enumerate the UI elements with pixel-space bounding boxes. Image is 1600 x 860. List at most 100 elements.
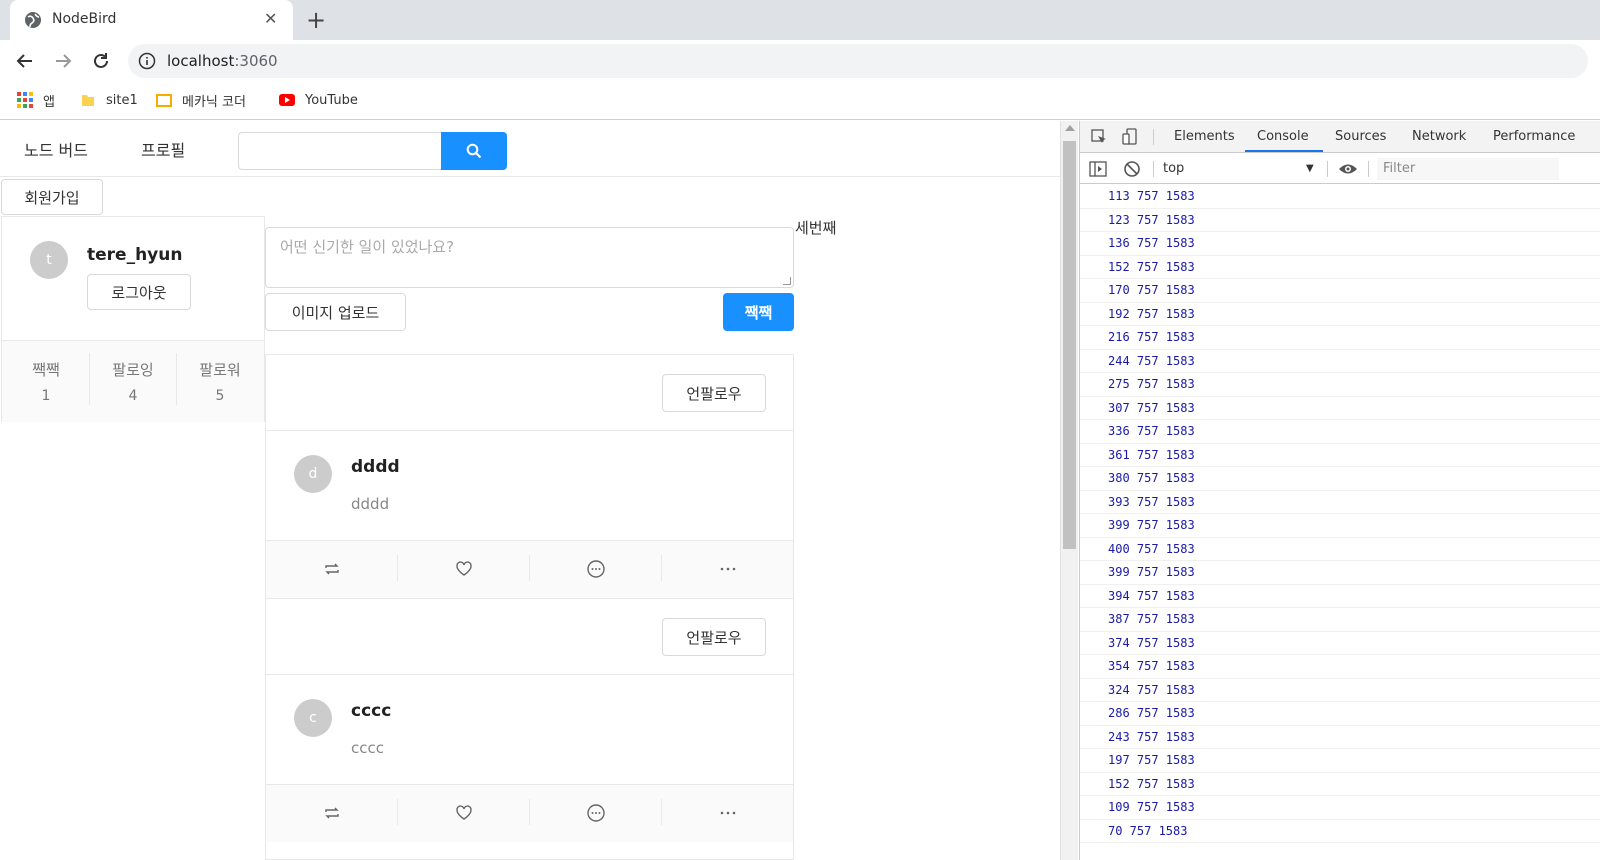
folder-outline-icon xyxy=(156,94,172,107)
bookmark-apps[interactable]: 앱 xyxy=(17,90,55,110)
tweet-submit-button[interactable]: 짹짹 xyxy=(723,293,794,331)
stat-label: 짹짹 xyxy=(32,361,60,379)
console-log-line: 387 757 1583 xyxy=(1080,608,1600,632)
retweet-button[interactable] xyxy=(266,785,398,841)
heart-icon xyxy=(456,805,472,820)
console-filter-input[interactable]: Filter xyxy=(1377,158,1559,180)
post-header: 언팔로우 xyxy=(266,599,793,675)
console-log-line: 243 757 1583 xyxy=(1080,726,1600,749)
bookmark-site1[interactable]: site1 xyxy=(80,90,138,110)
like-button[interactable] xyxy=(398,541,530,597)
stat-following[interactable]: 팔로잉 4 xyxy=(89,359,177,404)
stat-tweets[interactable]: 짹짹 1 xyxy=(2,359,90,404)
divider xyxy=(1368,161,1369,177)
bookmark-label: YouTube xyxy=(305,92,358,108)
menu-item-home[interactable]: 노드 버드 xyxy=(24,137,88,161)
bookmark-mechanic-coder[interactable]: 메카닉 코더 xyxy=(156,90,246,110)
post-author: cccc xyxy=(351,701,392,721)
retweet-icon xyxy=(325,563,339,575)
more-button[interactable] xyxy=(662,785,794,841)
back-button[interactable] xyxy=(12,48,38,74)
tab-strip: NodeBird ✕ + xyxy=(0,0,1600,40)
resize-handle-icon[interactable] xyxy=(783,277,791,285)
eye-icon[interactable] xyxy=(1338,160,1358,178)
post-textarea[interactable]: 어떤 신기한 일이 있었나요? xyxy=(265,227,794,288)
url-host: localhost xyxy=(167,52,235,70)
ellipsis-icon xyxy=(720,811,736,815)
new-tab-icon[interactable]: + xyxy=(306,6,326,34)
devtools-tab-elements[interactable]: Elements xyxy=(1174,129,1235,144)
more-button[interactable] xyxy=(662,541,794,597)
divider xyxy=(1153,129,1154,145)
folder-icon xyxy=(82,95,94,106)
console-log-line: 394 757 1583 xyxy=(1080,585,1600,608)
post-card: 언팔로우 d dddd dddd xyxy=(265,354,794,598)
search-button[interactable] xyxy=(441,132,507,170)
search-icon xyxy=(466,143,482,159)
stat-value: 4 xyxy=(128,388,138,404)
sidebar-toggle-icon[interactable] xyxy=(1089,160,1107,178)
console-log-line: 70 757 1583 xyxy=(1080,820,1600,843)
retweet-button[interactable] xyxy=(266,541,398,597)
unfollow-button[interactable]: 언팔로우 xyxy=(662,618,766,656)
device-toolbar-icon[interactable] xyxy=(1121,128,1139,146)
address-bar[interactable]: localhost:3060 xyxy=(128,44,1588,78)
devtools-tab-network[interactable]: Network xyxy=(1412,129,1466,144)
page-scrollbar[interactable] xyxy=(1060,121,1078,860)
arrow-left-icon xyxy=(16,54,32,68)
console-log-line: 275 757 1583 xyxy=(1080,373,1600,397)
user-profile-card: t tere_hyun 로그아웃 짹짹 1 팔로잉 4 팔로워 5 xyxy=(1,216,265,422)
stat-followers[interactable]: 팔로워 5 xyxy=(176,359,264,404)
dropdown-arrow-icon[interactable]: ▼ xyxy=(1306,163,1314,174)
console-log-line: 136 757 1583 xyxy=(1080,232,1600,256)
post-content: dddd xyxy=(351,495,390,513)
stat-label: 팔로워 xyxy=(199,361,241,379)
bookmark-youtube[interactable]: YouTube xyxy=(279,90,358,110)
apps-grid-icon xyxy=(17,92,33,108)
bookmark-label: 메카닉 코더 xyxy=(182,94,246,110)
comment-button[interactable] xyxy=(530,541,662,597)
like-button[interactable] xyxy=(398,785,530,841)
ellipsis-icon xyxy=(720,567,736,571)
devtools-tab-performance[interactable]: Performance xyxy=(1493,129,1575,144)
user-stats: 짹짹 1 팔로잉 4 팔로워 5 xyxy=(2,340,264,422)
reload-button[interactable] xyxy=(88,48,114,74)
menu-item-profile[interactable]: 프로필 xyxy=(141,137,185,161)
devtools-tab-sources[interactable]: Sources xyxy=(1335,129,1386,144)
console-log-line: 192 757 1583 xyxy=(1080,303,1600,326)
post-content: cccc xyxy=(351,739,384,757)
context-selector[interactable]: top xyxy=(1163,161,1184,176)
unfollow-button[interactable]: 언팔로우 xyxy=(662,374,766,412)
info-icon[interactable] xyxy=(138,52,156,70)
logout-button[interactable]: 로그아웃 xyxy=(87,274,191,310)
bookmark-label: site1 xyxy=(106,92,138,108)
search-input[interactable] xyxy=(238,132,443,170)
devtools-panel: Elements Console Sources Network Perform… xyxy=(1079,121,1600,860)
comment-button[interactable] xyxy=(530,785,662,841)
scroll-thumb[interactable] xyxy=(1063,141,1076,549)
devtools-tabbar: Elements Console Sources Network Perform… xyxy=(1080,121,1600,153)
stat-label: 팔로잉 xyxy=(112,361,154,379)
image-upload-button[interactable]: 이미지 업로드 xyxy=(265,293,406,331)
bookmark-label: 앱 xyxy=(43,94,55,110)
post-card: 언팔로우 c cccc cccc xyxy=(265,598,794,860)
browser-tab[interactable]: NodeBird ✕ xyxy=(10,0,293,40)
tab-close-icon[interactable]: ✕ xyxy=(264,9,277,28)
console-log-line: 113 757 1583 xyxy=(1080,185,1600,209)
console-log-line: 109 757 1583 xyxy=(1080,796,1600,820)
reload-icon xyxy=(94,53,108,68)
console-log-line: 152 757 1583 xyxy=(1080,773,1600,796)
devtools-tab-console[interactable]: Console xyxy=(1257,129,1309,144)
console-log-line: 197 757 1583 xyxy=(1080,749,1600,773)
scroll-up-arrow-icon[interactable] xyxy=(1065,125,1075,131)
console-log-line: 374 757 1583 xyxy=(1080,632,1600,655)
signup-button[interactable]: 회원가입 xyxy=(1,179,103,215)
divider xyxy=(1153,161,1154,177)
forward-button[interactable] xyxy=(50,48,76,74)
console-log-line: 393 757 1583 xyxy=(1080,491,1600,514)
console-log-line: 400 757 1583 xyxy=(1080,538,1600,561)
inspect-element-icon[interactable] xyxy=(1090,128,1108,146)
divider xyxy=(1327,161,1328,177)
clear-console-icon[interactable] xyxy=(1123,160,1141,178)
console-log-line: 354 757 1583 xyxy=(1080,655,1600,679)
